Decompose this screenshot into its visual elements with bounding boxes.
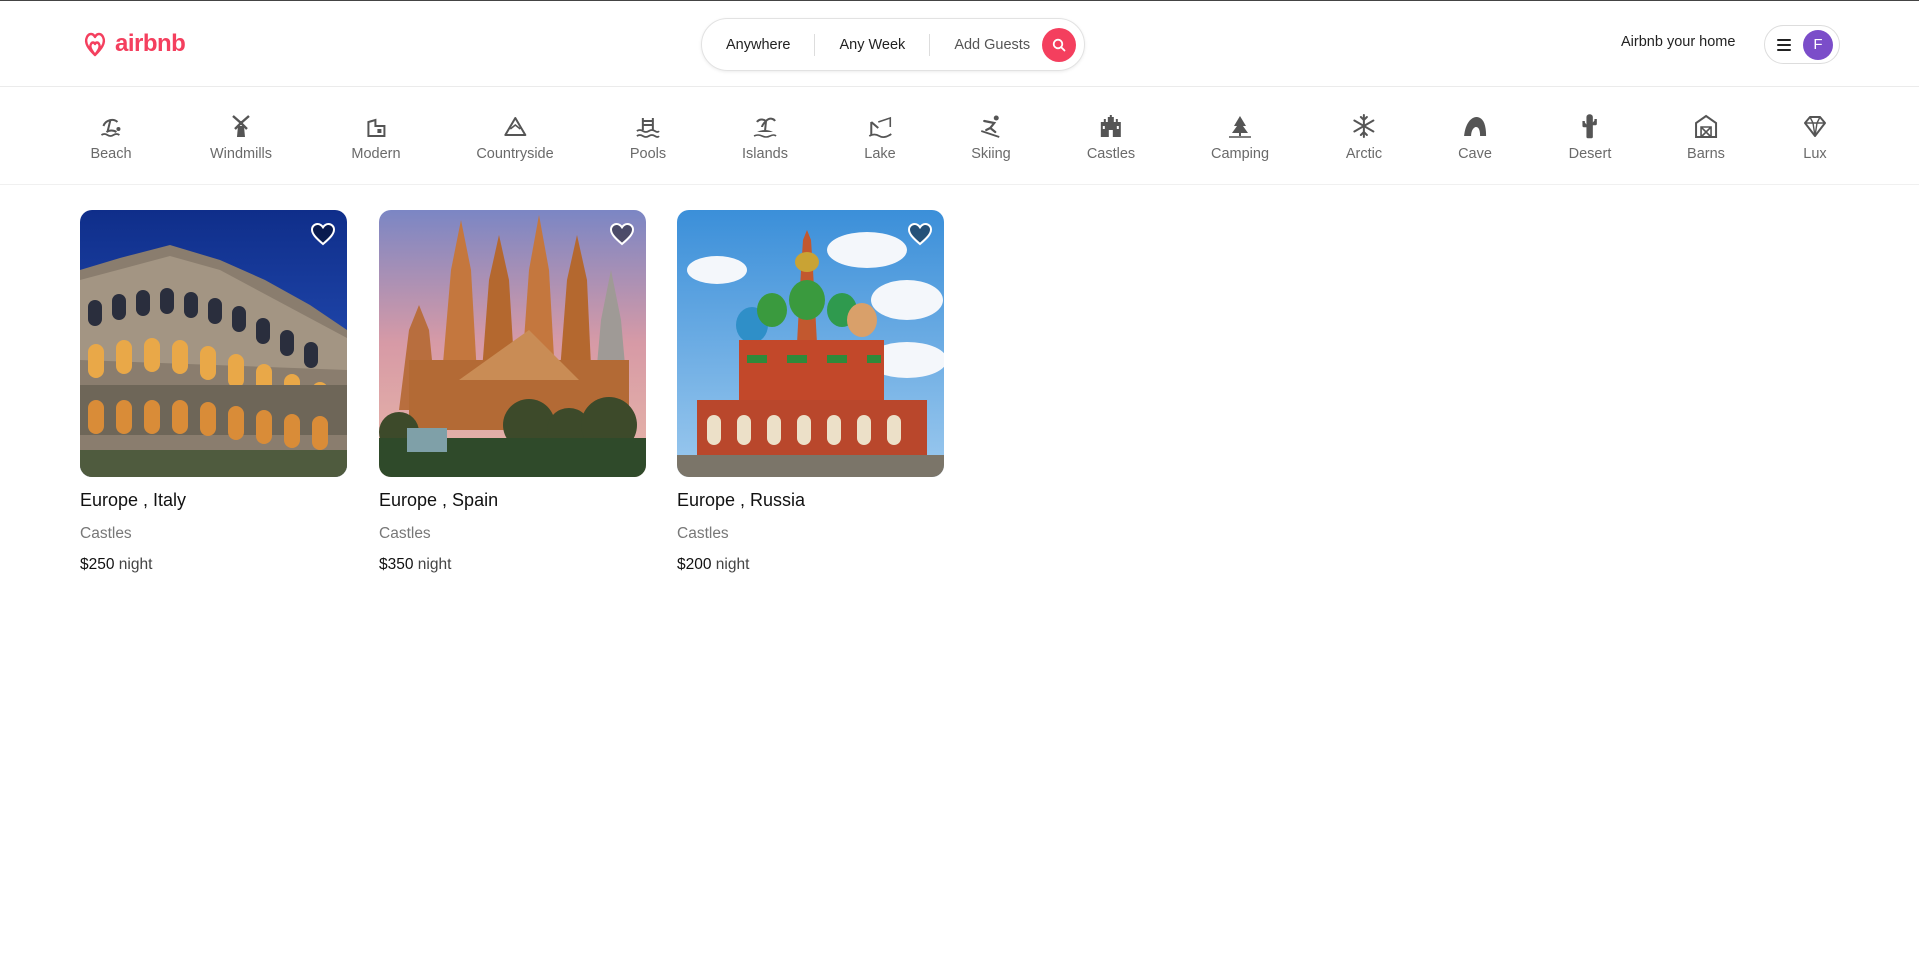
modern-house-icon	[366, 118, 385, 137]
category-castles[interactable]: Castles	[1087, 112, 1135, 162]
category-beach[interactable]: Beach	[90, 112, 132, 162]
category-label: Camping	[1210, 146, 1270, 162]
listing-price: $250 night	[80, 556, 347, 574]
listing-card[interactable]: Europe , Spain Castles $350 night	[379, 210, 646, 574]
st-basils-cathedral-photo	[677, 210, 944, 477]
heart-icon[interactable]	[609, 222, 635, 246]
avatar: F	[1803, 30, 1833, 60]
pool-icon	[636, 118, 660, 138]
snowflake-icon	[1353, 114, 1375, 138]
skiing-icon	[980, 115, 1000, 138]
listing-card[interactable]: Europe , Russia Castles $200 night	[677, 210, 944, 574]
category-label: Modern	[351, 146, 401, 162]
listing-price: $200 night	[677, 556, 944, 574]
listing-photo[interactable]	[677, 210, 944, 477]
listing-category: Castles	[80, 525, 132, 542]
category-label: Skiing	[971, 146, 1011, 162]
listing-price: $350 night	[379, 556, 646, 574]
category-skiing[interactable]: Skiing	[971, 112, 1011, 162]
price-amount: $250	[80, 556, 115, 573]
heart-icon[interactable]	[907, 222, 933, 246]
windmill-icon	[232, 115, 250, 137]
category-islands[interactable]: Islands	[742, 112, 788, 162]
cactus-icon	[1582, 114, 1598, 139]
category-pools[interactable]: Pools	[630, 112, 666, 162]
price-amount: $200	[677, 556, 712, 573]
sagrada-familia-photo	[379, 210, 646, 477]
diamond-icon	[1804, 116, 1826, 137]
brand-name: airbnb	[115, 30, 186, 57]
category-label: Castles	[1086, 146, 1136, 162]
category-label: Lake	[864, 146, 896, 162]
category-label: Pools	[629, 146, 667, 162]
category-modern[interactable]: Modern	[351, 112, 401, 162]
listing-photo[interactable]	[379, 210, 646, 477]
category-barns[interactable]: Barns	[1687, 112, 1725, 162]
cave-icon	[1463, 117, 1486, 136]
barn-icon	[1694, 114, 1717, 138]
castle-icon	[1100, 115, 1121, 137]
category-label: Beach	[90, 146, 132, 162]
price-unit: night	[715, 556, 750, 573]
hamburger-icon	[1777, 38, 1791, 51]
category-label: Desert	[1568, 146, 1612, 162]
mountain-icon	[504, 117, 526, 136]
category-desert[interactable]: Desert	[1568, 112, 1612, 162]
listing-location: Europe , Russia	[677, 490, 806, 510]
search-bar[interactable]: Anywhere Any Week Add Guests	[701, 18, 1085, 71]
camping-icon	[1229, 116, 1251, 138]
category-label: Lux	[1803, 146, 1827, 162]
listing-location: Europe , Spain	[379, 490, 499, 510]
airbnb-logo[interactable]: airbnb	[80, 28, 186, 60]
airbnb-logo-icon	[84, 32, 106, 57]
price-unit: night	[417, 556, 452, 573]
airbnb-your-home-link[interactable]: Airbnb your home	[1621, 34, 1735, 50]
category-label: Arctic	[1345, 146, 1383, 162]
search-where[interactable]: Anywhere	[702, 34, 814, 56]
search-when[interactable]: Any Week	[815, 34, 929, 56]
listing-card[interactable]: Europe , Italy Castles $250 night	[80, 210, 347, 574]
listing-location: Europe , Italy	[80, 490, 187, 510]
colosseum-photo	[80, 210, 347, 477]
price-unit: night	[118, 556, 153, 573]
search-who[interactable]: Add Guests	[930, 34, 1054, 56]
category-label: Countryside	[476, 146, 554, 162]
category-windmills[interactable]: Windmills	[210, 112, 272, 162]
top-navbar: airbnb Anywhere Any Week Add Guests Airb…	[0, 2, 1919, 87]
category-lux[interactable]: Lux	[1801, 112, 1829, 162]
search-icon	[1052, 38, 1066, 52]
search-button[interactable]	[1042, 28, 1076, 62]
listing-category: Castles	[379, 525, 431, 542]
category-arctic[interactable]: Arctic	[1346, 112, 1382, 162]
category-label: Islands	[742, 146, 788, 162]
listing-photo[interactable]	[80, 210, 347, 477]
category-countryside[interactable]: Countryside	[476, 112, 554, 162]
heart-icon[interactable]	[310, 222, 336, 246]
category-bar: Beach Windmills Modern Countryside Pools…	[0, 88, 1919, 185]
price-amount: $350	[379, 556, 414, 573]
category-camping[interactable]: Camping	[1211, 112, 1269, 162]
beach-icon	[100, 118, 120, 137]
category-lake[interactable]: Lake	[864, 112, 896, 162]
category-label: Windmills	[209, 146, 273, 162]
category-label: Barns	[1687, 146, 1725, 162]
listing-category: Castles	[677, 525, 729, 542]
user-menu-button[interactable]: F	[1764, 25, 1840, 64]
island-icon	[753, 117, 777, 138]
category-cave[interactable]: Cave	[1458, 112, 1492, 162]
category-label: Cave	[1458, 146, 1492, 162]
lake-icon	[868, 116, 892, 139]
